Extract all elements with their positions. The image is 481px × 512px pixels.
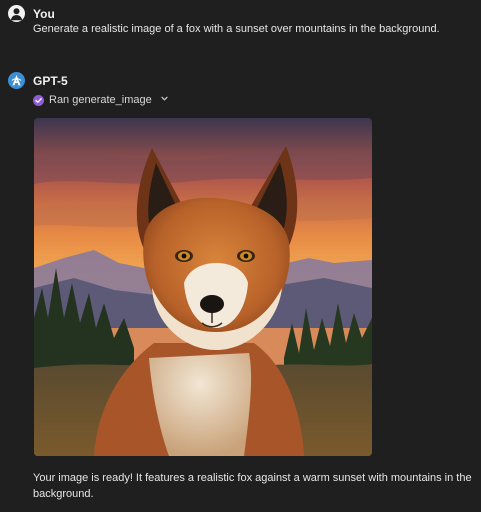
user-name: You [33,6,55,21]
assistant-reply-text: Your image is ready! It features a reali… [33,472,472,500]
tool-call-label: Ran generate_image [49,94,152,106]
chevron-down-icon [160,94,169,106]
user-avatar-icon [8,5,25,22]
assistant-name: GPT-5 [33,73,68,88]
user-message-header: You [8,5,55,22]
assistant-avatar-icon [8,72,25,89]
check-icon [33,94,44,106]
chat-transcript: You Generate a realistic image of a fox … [0,0,481,512]
assistant-message-header: GPT-5 [8,72,68,89]
user-message-text: Generate a realistic image of a fox with… [33,23,440,35]
tool-call-toggle[interactable]: Ran generate_image [33,94,169,106]
generated-image[interactable] [34,118,372,456]
